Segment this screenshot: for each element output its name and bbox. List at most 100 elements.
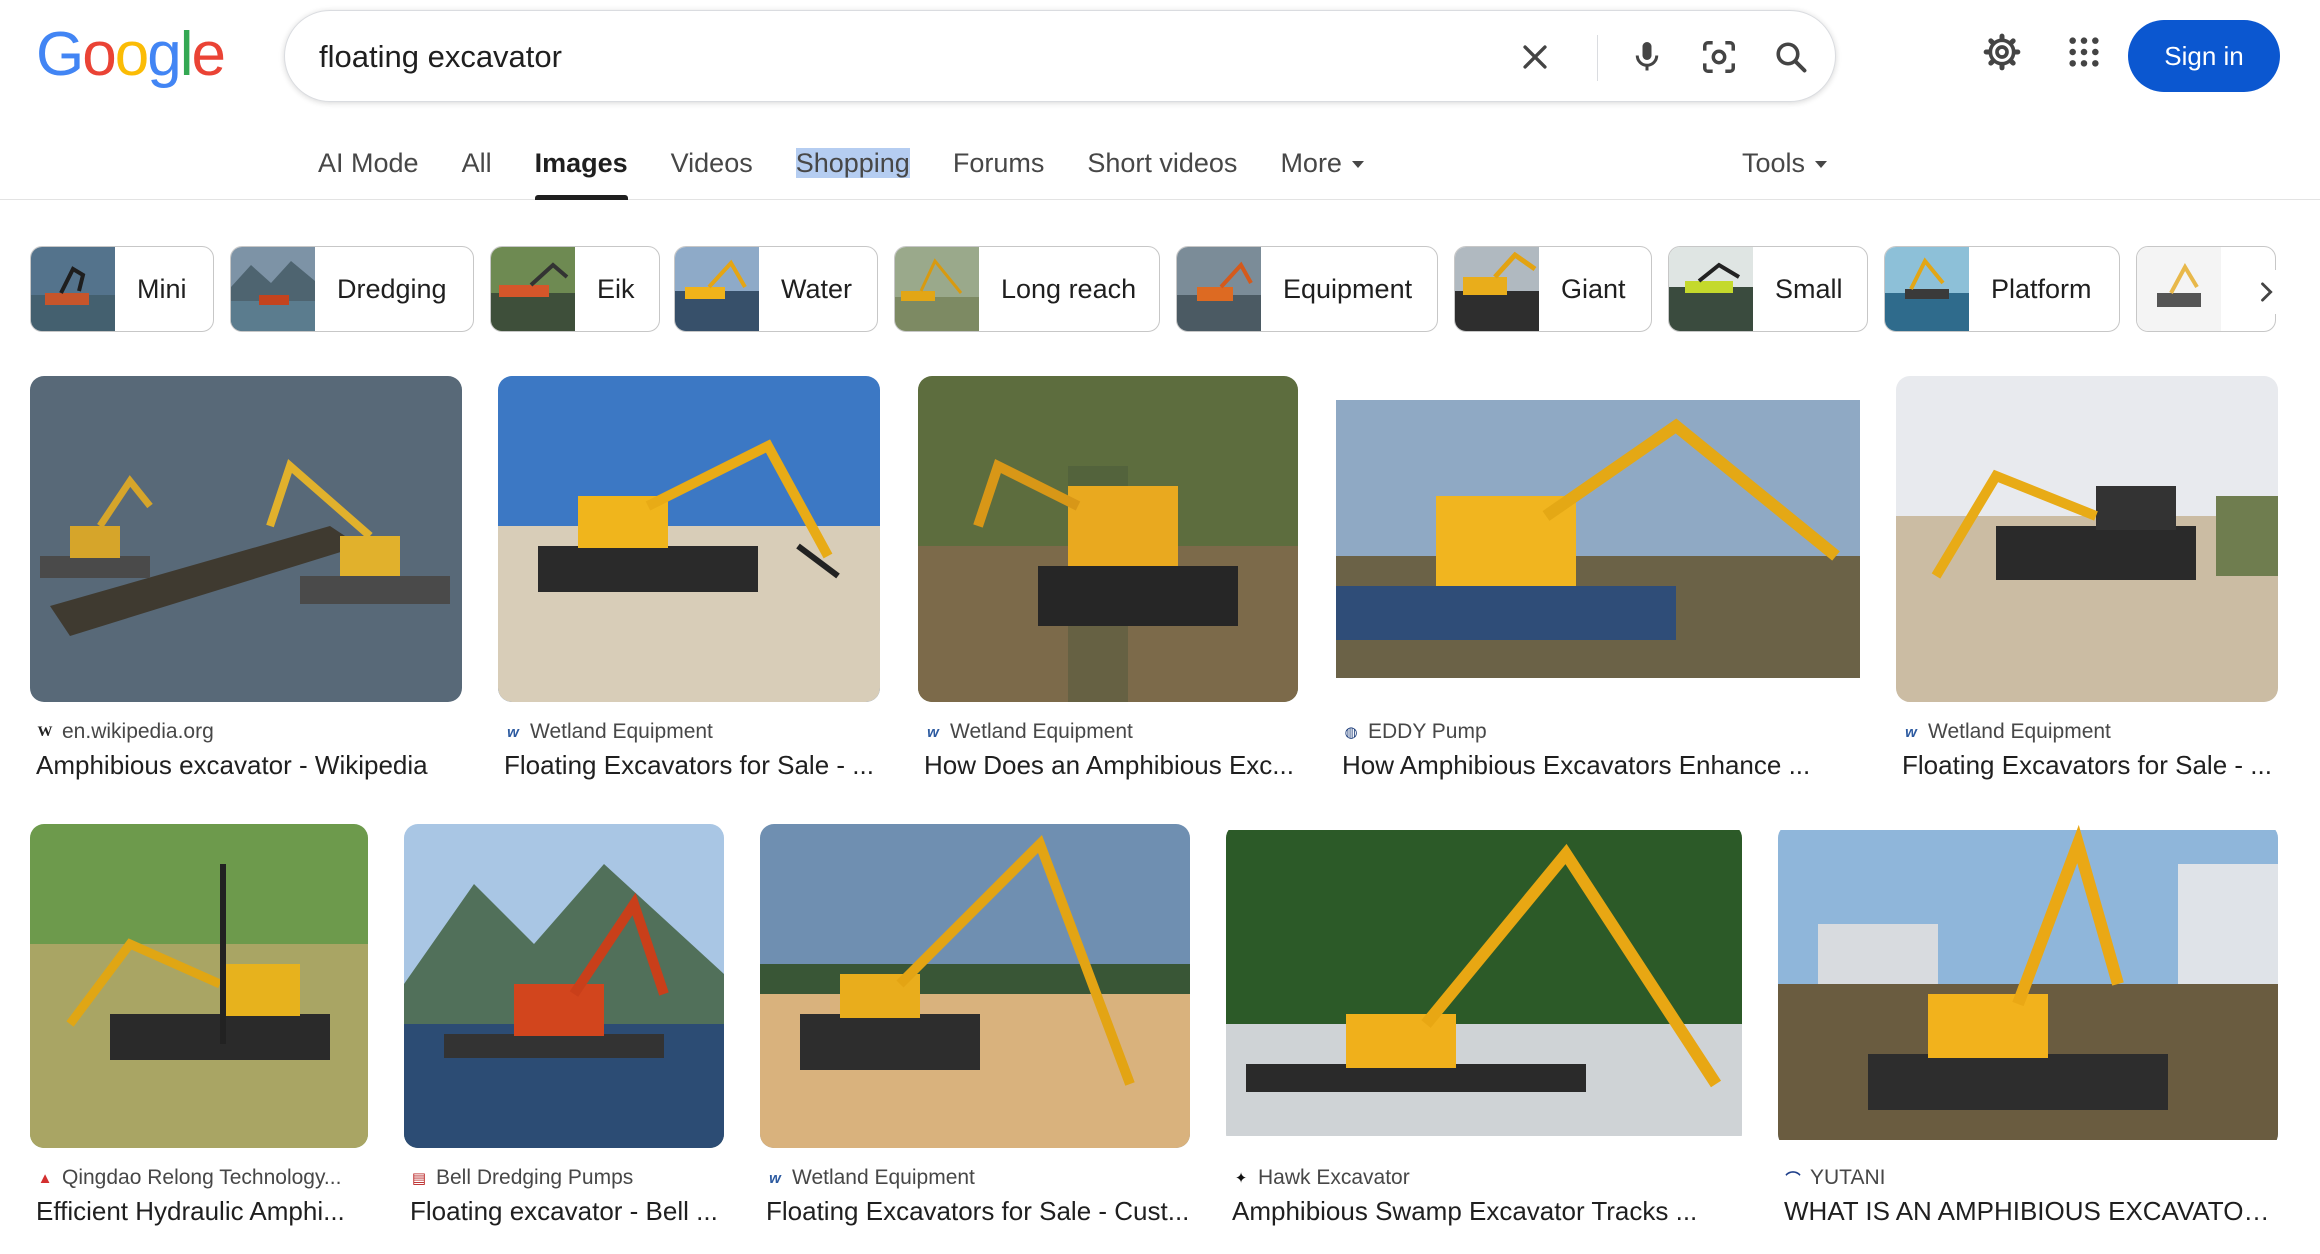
search-box — [284, 10, 1836, 102]
tab-ai-mode[interactable]: AI Mode — [318, 140, 419, 200]
result-title[interactable]: WHAT IS AN AMPHIBIOUS EXCAVATOR?... — [1784, 1196, 2278, 1227]
result-source: ⌒ YUTANI — [1784, 1166, 1885, 1190]
relong-icon: ▲ — [37, 1169, 53, 1187]
result-source: Wen.wikipedia.org — [36, 720, 214, 744]
search-icon[interactable] — [1767, 33, 1815, 81]
result-image[interactable] — [30, 824, 368, 1148]
tab-label: More — [1280, 148, 1342, 178]
chip-long-reach[interactable]: Long reach — [894, 246, 1160, 332]
search-tabs: AI Mode All Images Videos Shopping Forum… — [318, 140, 1407, 200]
chip-label: Eik — [597, 273, 635, 304]
result-image[interactable] — [1226, 824, 1742, 1148]
wetland-equipment-icon: w — [507, 723, 519, 741]
result-source: ▤ Bell Dredging Pumps — [410, 1166, 633, 1190]
source-name: Wetland Equipment — [792, 1166, 975, 1189]
caret-down-icon — [1815, 161, 1828, 169]
result-image[interactable] — [1896, 376, 2278, 702]
chip-label: Equipment — [1283, 273, 1413, 304]
result-source: ◍ EDDY Pump — [1342, 720, 1486, 744]
settings-gear-icon[interactable] — [1978, 28, 2026, 76]
image-result[interactable]: ◍ EDDY Pump How Amphibious Excavators Enh… — [1336, 376, 1860, 786]
image-result[interactable]: w Wetland Equipment Floating Excavators f… — [1896, 376, 2278, 786]
result-image[interactable] — [30, 376, 462, 702]
source-name: en.wikipedia.org — [62, 720, 214, 743]
result-image[interactable] — [1336, 376, 1860, 702]
result-title[interactable]: Floating Excavators for Sale - ... — [1902, 750, 2278, 781]
image-result[interactable]: ▲ Qingdao Relong Technology... Efficient … — [30, 824, 368, 1234]
chip-thumbnail — [1669, 247, 1753, 331]
tab-label: All — [461, 148, 492, 178]
chip-label: Giant — [1561, 273, 1626, 304]
tab-label: AI Mode — [318, 148, 419, 178]
image-result[interactable]: w Wetland Equipment How Does an Amphibiou… — [918, 376, 1298, 786]
chevron-right-icon[interactable] — [2244, 270, 2288, 314]
image-result[interactable]: Wen.wikipedia.org Amphibious excavator -… — [30, 376, 462, 786]
chip-equipment[interactable]: Equipment — [1176, 246, 1438, 332]
chip-platform[interactable]: Platform — [1884, 246, 2120, 332]
tab-label: Forums — [952, 148, 1045, 178]
wetland-equipment-icon: w — [769, 1169, 781, 1187]
tab-short-videos[interactable]: Short videos — [1087, 140, 1237, 200]
chip-mini[interactable]: Mini — [30, 246, 214, 332]
result-image[interactable] — [498, 376, 880, 702]
chip-giant[interactable]: Giant — [1454, 246, 1652, 332]
chip-thumbnail — [31, 247, 115, 331]
chip-dredging[interactable]: Dredging — [230, 246, 474, 332]
chip-eik[interactable]: Eik — [490, 246, 660, 332]
result-image[interactable] — [404, 824, 724, 1148]
image-result[interactable]: ⌒ YUTANI WHAT IS AN AMPHIBIOUS EXCAVATOR?… — [1778, 824, 2278, 1234]
chip-water[interactable]: Water — [674, 246, 878, 332]
result-title[interactable]: How Does an Amphibious Exc... — [924, 750, 1298, 781]
hawk-excavator-icon: ✦ — [1234, 1170, 1248, 1187]
tools-button[interactable]: Tools — [1742, 140, 1828, 186]
result-title[interactable]: Amphibious Swamp Excavator Tracks ... — [1232, 1196, 1742, 1227]
tab-shopping[interactable]: Shopping — [795, 140, 910, 200]
result-source: ▲ Qingdao Relong Technology... — [36, 1166, 342, 1190]
tab-images[interactable]: Images — [534, 140, 628, 200]
bell-dredging-icon: ▤ — [411, 1170, 427, 1187]
result-title[interactable]: Floating Excavators for Sale - Cust... — [766, 1196, 1190, 1227]
image-result[interactable]: w Wetland Equipment Floating Excavators f… — [760, 824, 1190, 1234]
chip-small[interactable]: Small — [1668, 246, 1868, 332]
tab-label: Short videos — [1087, 148, 1238, 178]
chip-thumbnail — [2137, 247, 2221, 331]
result-title[interactable]: Floating excavator - Bell ... — [410, 1196, 724, 1227]
chip-thumbnail — [1455, 247, 1539, 331]
lens-camera-icon[interactable] — [1695, 33, 1743, 81]
chip-label: Platform — [1991, 273, 2092, 304]
result-source: ✦ Hawk Excavator — [1232, 1166, 1410, 1190]
apps-grid-icon[interactable] — [2060, 28, 2108, 76]
chip-thumbnail — [675, 247, 759, 331]
image-result[interactable]: w Wetland Equipment Floating Excavators f… — [498, 376, 880, 786]
tab-forums[interactable]: Forums — [953, 140, 1045, 200]
wetland-equipment-icon: w — [1905, 723, 1917, 741]
caret-down-icon — [1351, 161, 1364, 169]
microphone-icon[interactable] — [1623, 33, 1671, 81]
result-image[interactable] — [918, 376, 1298, 702]
image-result[interactable]: ✦ Hawk Excavator Amphibious Swamp Excavat… — [1226, 824, 1742, 1234]
image-result[interactable]: ▤ Bell Dredging Pumps Floating excavator … — [404, 824, 724, 1234]
result-title[interactable]: How Amphibious Excavators Enhance ... — [1342, 750, 1860, 781]
tab-videos[interactable]: Videos — [671, 140, 753, 200]
result-source: w Wetland Equipment — [1902, 720, 2111, 744]
result-title[interactable]: Floating Excavators for Sale - ... — [504, 750, 880, 781]
source-name: Hawk Excavator — [1258, 1166, 1410, 1189]
chip-thumbnail — [1885, 247, 1969, 331]
chip-thumbnail — [1177, 247, 1261, 331]
result-title[interactable]: Amphibious excavator - Wikipedia — [36, 750, 462, 781]
google-logo[interactable]: Google — [36, 20, 226, 90]
search-input[interactable] — [319, 33, 1479, 81]
chip-thumbnail — [895, 247, 979, 331]
source-name: Wetland Equipment — [1928, 720, 2111, 743]
filter-chips: Mini Dredging Eik Water Long reach Equip… — [30, 246, 2290, 332]
result-image[interactable] — [1778, 824, 2278, 1148]
tab-all[interactable]: All — [462, 140, 492, 200]
result-image[interactable] — [760, 824, 1190, 1148]
tools-label: Tools — [1742, 148, 1806, 178]
clear-icon[interactable] — [1511, 33, 1559, 81]
eddy-pump-icon: ◍ — [1344, 724, 1358, 741]
tab-more[interactable]: More — [1280, 140, 1364, 200]
sign-in-button[interactable]: Sign in — [2128, 20, 2280, 92]
chip-label: Water — [781, 273, 853, 304]
result-title[interactable]: Efficient Hydraulic Amphi... — [36, 1196, 368, 1227]
